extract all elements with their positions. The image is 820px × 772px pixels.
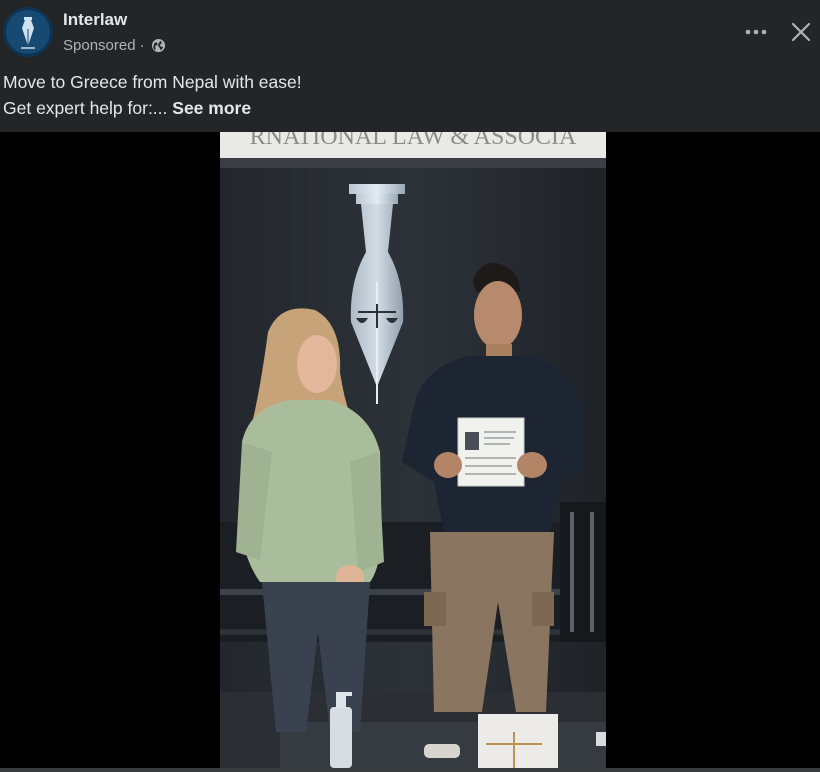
close-button[interactable] — [783, 14, 819, 50]
close-icon — [791, 22, 811, 42]
post-media[interactable]: RNATIONAL LAW & ASSOCIA — [0, 132, 820, 768]
more-horizontal-icon — [745, 29, 767, 35]
sponsored-label[interactable]: Sponsored — [63, 37, 136, 54]
post-text-line2-content: Get expert help for:... — [3, 98, 168, 118]
video-player[interactable]: RNATIONAL LAW & ASSOCIA — [220, 132, 606, 768]
page-name-link[interactable]: Interlaw — [63, 10, 127, 30]
see-more-link[interactable]: See more — [172, 98, 251, 118]
office-sign-text: RNATIONAL LAW & ASSOCIA — [250, 132, 577, 150]
sponsored-post: Interlaw Sponsored · Move to Greece from… — [0, 0, 820, 772]
post-bottom-divider — [0, 768, 820, 772]
more-options-button[interactable] — [738, 14, 774, 50]
post-text-line2: Get expert help for:... See more — [3, 95, 302, 121]
post-header: Interlaw Sponsored · — [0, 0, 820, 64]
post-text: Move to Greece from Nepal with ease! Get… — [3, 69, 302, 121]
post-text-line1: Move to Greece from Nepal with ease! — [3, 72, 302, 92]
post-meta: Sponsored · — [63, 37, 166, 54]
meta-separator: · — [139, 37, 145, 54]
globe-icon — [151, 38, 166, 53]
video-frame: RNATIONAL LAW & ASSOCIA — [220, 132, 606, 768]
page-avatar[interactable] — [3, 7, 53, 57]
